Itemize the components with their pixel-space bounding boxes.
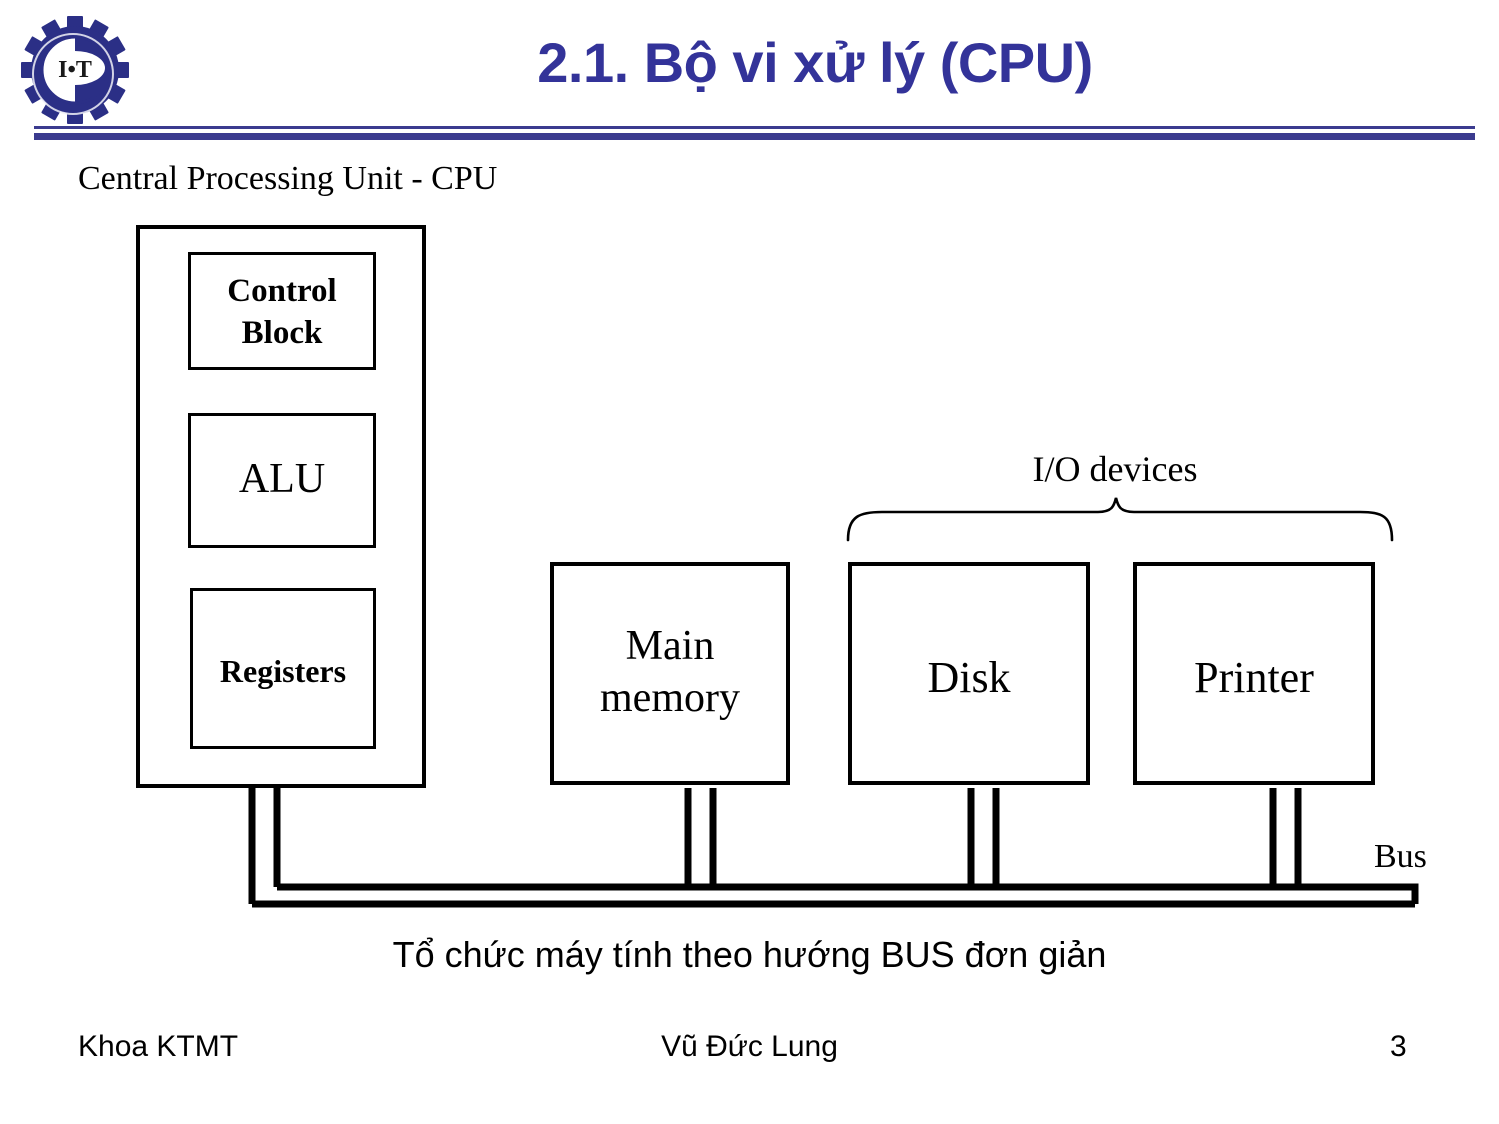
control-block-label: Control Block — [188, 270, 376, 354]
footer-page-number: 3 — [1390, 1030, 1407, 1063]
subtitle-text: Central Processing Unit - CPU — [78, 160, 498, 197]
page-title: 2.1. Bộ vi xử lý (CPU) — [537, 31, 1093, 94]
control-block-label-line: Control — [227, 273, 337, 309]
alu-block-label: ALU — [238, 456, 326, 502]
diagram-caption: Tổ chức máy tính theo hướng BUS đơn giản — [392, 934, 1107, 975]
disk-label: Disk — [927, 653, 1011, 702]
logo-text: I•T — [58, 57, 92, 83]
registers-block-label: Registers — [219, 653, 347, 689]
io-devices-label: I/O devices — [1032, 449, 1198, 489]
main-memory-label: Main memory — [550, 620, 790, 724]
main-memory-label-line: memory — [600, 675, 740, 721]
gear-logo-icon: I•T — [14, 16, 136, 124]
main-memory-label-line: Main — [625, 623, 715, 669]
divider-thin-rule — [34, 126, 1475, 129]
bus-label: Bus — [1374, 838, 1427, 875]
printer-label: Printer — [1194, 653, 1314, 702]
slide-canvas: I•T 2.1. Bộ vi xử lý (CPU) Central Proce… — [0, 0, 1499, 1124]
bus-wiring — [0, 770, 1499, 930]
io-devices-brace-icon — [840, 492, 1400, 542]
divider-thick-rule — [34, 133, 1475, 140]
control-block-label-line: Block — [241, 315, 323, 351]
footer-author: Vũ Đức Lung — [661, 1030, 838, 1063]
header-divider — [34, 126, 1475, 140]
